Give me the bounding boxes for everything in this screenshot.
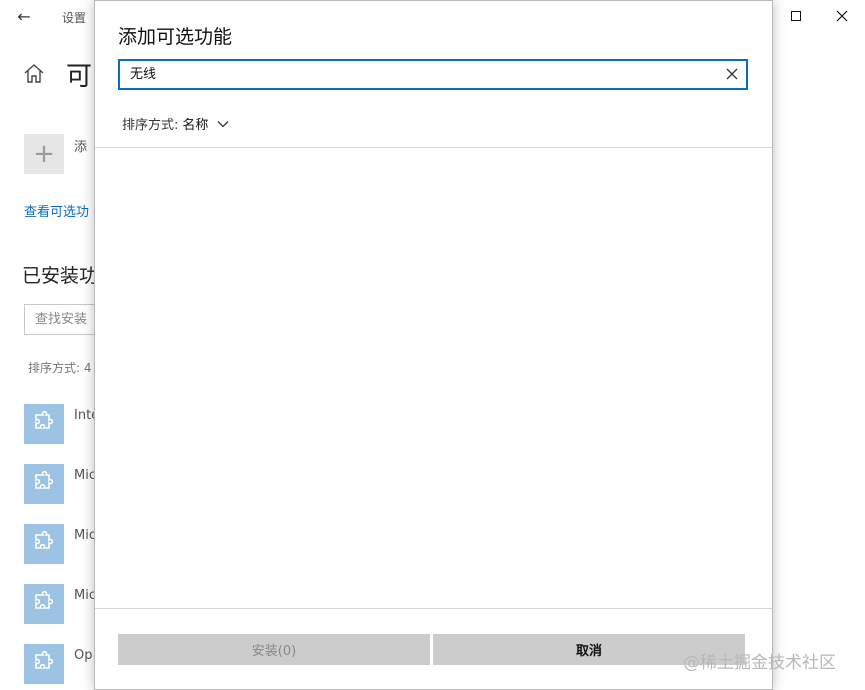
installed-features-heading: 已安装功 (22, 265, 99, 287)
view-optional-features-link[interactable]: 查看可选功 (24, 201, 89, 220)
add-feature-button[interactable]: + (24, 134, 64, 174)
feature-name: Mic (74, 528, 96, 543)
puzzle-icon (35, 591, 54, 609)
feature-tile (24, 644, 64, 684)
close-button[interactable] (819, 0, 865, 32)
search-value: 无线 (130, 67, 157, 82)
feature-name: Mic (74, 588, 96, 603)
dialog-title: 添加可选功能 (118, 26, 233, 48)
chevron-down-icon (217, 120, 229, 127)
install-button[interactable]: 安装(0) (118, 634, 430, 665)
plus-icon: + (33, 139, 55, 169)
feature-tile (24, 404, 64, 444)
sort-label: 排序方式: (122, 118, 179, 133)
maximize-icon (791, 11, 801, 21)
maximize-button[interactable] (773, 0, 819, 32)
feature-tile (24, 464, 64, 504)
feature-name: Mic (74, 468, 96, 483)
back-arrow-icon[interactable]: ← (12, 6, 36, 28)
window-title: 设置 (62, 11, 87, 25)
puzzle-icon (35, 531, 54, 549)
sort-value: 名称 (182, 118, 209, 133)
feature-results-list (95, 148, 772, 608)
sort-dropdown[interactable]: 排序方式: 名称 (122, 114, 230, 133)
home-icon[interactable] (22, 62, 46, 86)
feature-tile (24, 584, 64, 624)
page-title: 可 (66, 62, 93, 92)
feature-search-input[interactable]: 无线 (118, 59, 748, 90)
clear-search-icon[interactable] (724, 66, 740, 82)
feature-tile (24, 524, 64, 564)
puzzle-icon (35, 651, 54, 669)
close-icon (836, 10, 848, 22)
installed-sort-label[interactable]: 排序方式: 4 (28, 359, 92, 376)
add-feature-label: 添 (74, 140, 88, 155)
puzzle-icon (35, 471, 54, 489)
divider (95, 608, 772, 609)
add-optional-feature-dialog: 添加可选功能 无线 排序方式: 名称 安装(0) 取消 (94, 0, 773, 690)
puzzle-icon (35, 411, 54, 429)
watermark: @稀土掘金技术社区 (683, 653, 836, 673)
feature-name: Op (74, 648, 93, 663)
